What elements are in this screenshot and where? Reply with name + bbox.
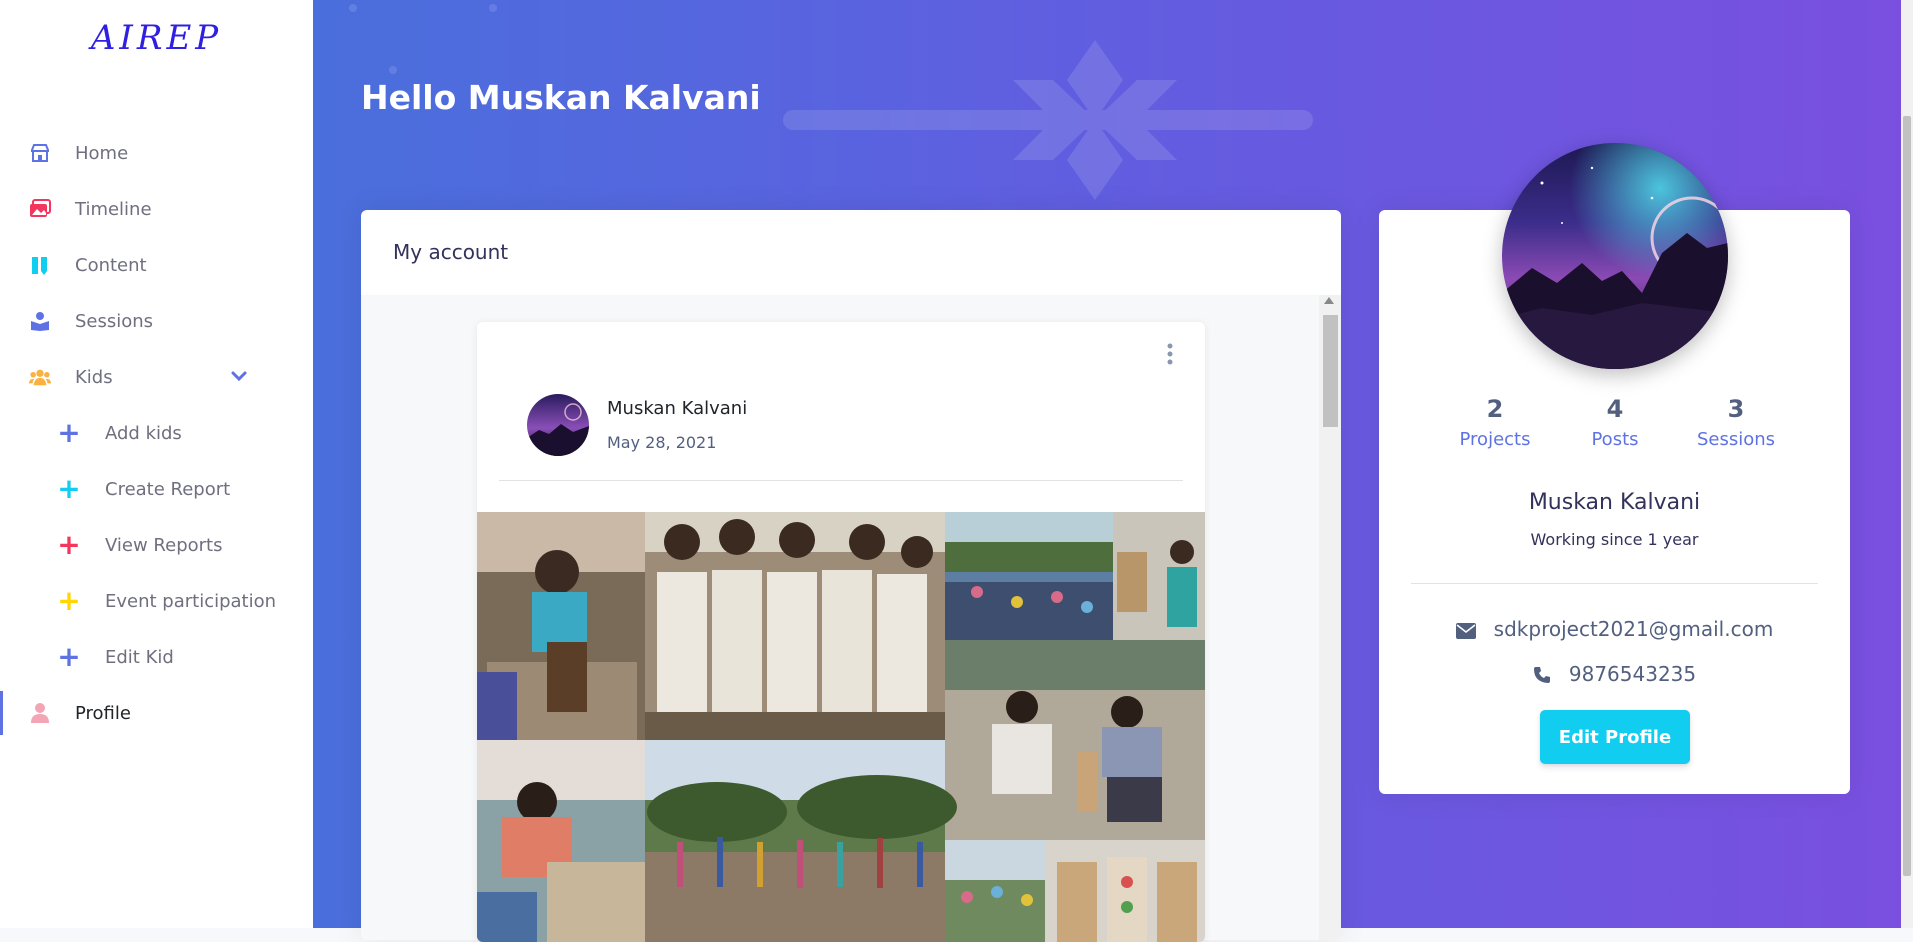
stat-sessions: 3 Sessions [1676,395,1796,450]
sidebar-item-timeline[interactable]: Timeline [0,187,313,231]
brand-logo[interactable]: AIREP [0,18,313,58]
email-row: sdkproject2021@gmail.com [1379,617,1850,644]
gallery-photo [645,512,945,740]
shop-icon [29,142,51,164]
profile-phone[interactable]: 9876543235 [1569,662,1696,686]
scroll-thumb[interactable] [1323,315,1338,427]
gallery-photo [945,840,1045,942]
sidebar-item-home[interactable]: Home [0,131,313,175]
profile-tenure: Working since 1 year [1530,530,1699,549]
divider [1411,583,1818,584]
users-icon [29,366,51,388]
sidebar-item-label: Profile [75,702,131,724]
sidebar-item-label: View Reports [105,534,223,556]
sidebar: AIREP Home Timeline Content Sessions Kid… [0,0,313,928]
gallery-photo [477,512,645,740]
post-card: Muskan Kalvani May 28, 2021 [477,322,1205,942]
post-date: May 28, 2021 [607,433,717,452]
plus-icon: + [57,472,81,505]
sidebar-item-label: Sessions [75,310,154,332]
phone-icon [1533,665,1551,689]
profile-email[interactable]: sdkproject2021@gmail.com [1494,617,1774,641]
stat-posts: 4 Posts [1555,395,1675,450]
phone-row: 9876543235 [1379,662,1850,689]
gallery-photo [1045,840,1205,942]
gallery-photo [945,640,1205,840]
stat-label: Sessions [1696,429,1776,450]
stat-label: Posts [1591,429,1639,450]
plus-icon: + [57,528,81,561]
stat-value: 4 [1606,395,1624,423]
scroll-up-arrow[interactable] [1324,297,1334,304]
scrollbar[interactable] [1319,295,1341,940]
plus-icon: + [57,584,81,617]
gallery-photo [645,740,957,942]
post-photo-gallery[interactable] [477,512,1205,942]
sidebar-item-label: Create Report [105,478,231,500]
book-reader-icon [29,310,51,332]
scroll-thumb[interactable] [1903,116,1911,876]
sidebar-item-sessions[interactable]: Sessions [0,299,313,343]
user-icon [29,702,51,724]
sidebar-item-label: Event participation [105,590,277,612]
images-icon [29,198,51,220]
sidebar-item-profile[interactable]: Profile [0,691,313,735]
sidebar-item-view-reports[interactable]: + View Reports [0,523,313,567]
avatar[interactable] [527,394,589,456]
stat-label: Projects [1459,429,1531,450]
more-options-icon[interactable] [1165,342,1175,366]
gallery-photo [1113,512,1205,640]
plus-icon: + [57,640,81,673]
ruler-pencil-icon [29,254,51,276]
page-scrollbar[interactable] [1901,0,1913,928]
edit-profile-button[interactable]: Edit Profile [1540,710,1690,764]
sidebar-item-label: Content [75,254,147,276]
sidebar-item-label: Home [75,142,129,164]
sidebar-item-label: Timeline [75,198,152,220]
sidebar-item-create-report[interactable]: + Create Report [0,467,313,511]
profile-name: Muskan Kalvani [1528,490,1701,515]
chevron-down-icon[interactable] [230,367,248,385]
gallery-photo [945,512,1113,640]
sidebar-item-edit-kid[interactable]: + Edit Kid [0,635,313,679]
stat-projects: 2 Projects [1435,395,1555,450]
sidebar-item-label: Add kids [105,422,182,444]
stat-value: 3 [1727,395,1745,423]
plus-icon: + [57,416,81,449]
sidebar-item-add-kids[interactable]: + Add kids [0,411,313,455]
sidebar-item-label: Kids [75,366,113,388]
stat-value: 2 [1486,395,1504,423]
post-author[interactable]: Muskan Kalvani [607,398,747,419]
sidebar-item-kids[interactable]: Kids [0,355,313,399]
gallery-photo [477,740,645,942]
profile-avatar[interactable] [1502,143,1728,369]
sidebar-item-label: Edit Kid [105,646,174,668]
sidebar-item-content[interactable]: Content [0,243,313,287]
envelope-icon [1455,620,1476,644]
divider [499,480,1183,481]
page-title: Hello Muskan Kalvani [361,78,761,117]
sidebar-item-event-participation[interactable]: + Event participation [0,579,313,623]
card-title: My account [393,240,509,264]
